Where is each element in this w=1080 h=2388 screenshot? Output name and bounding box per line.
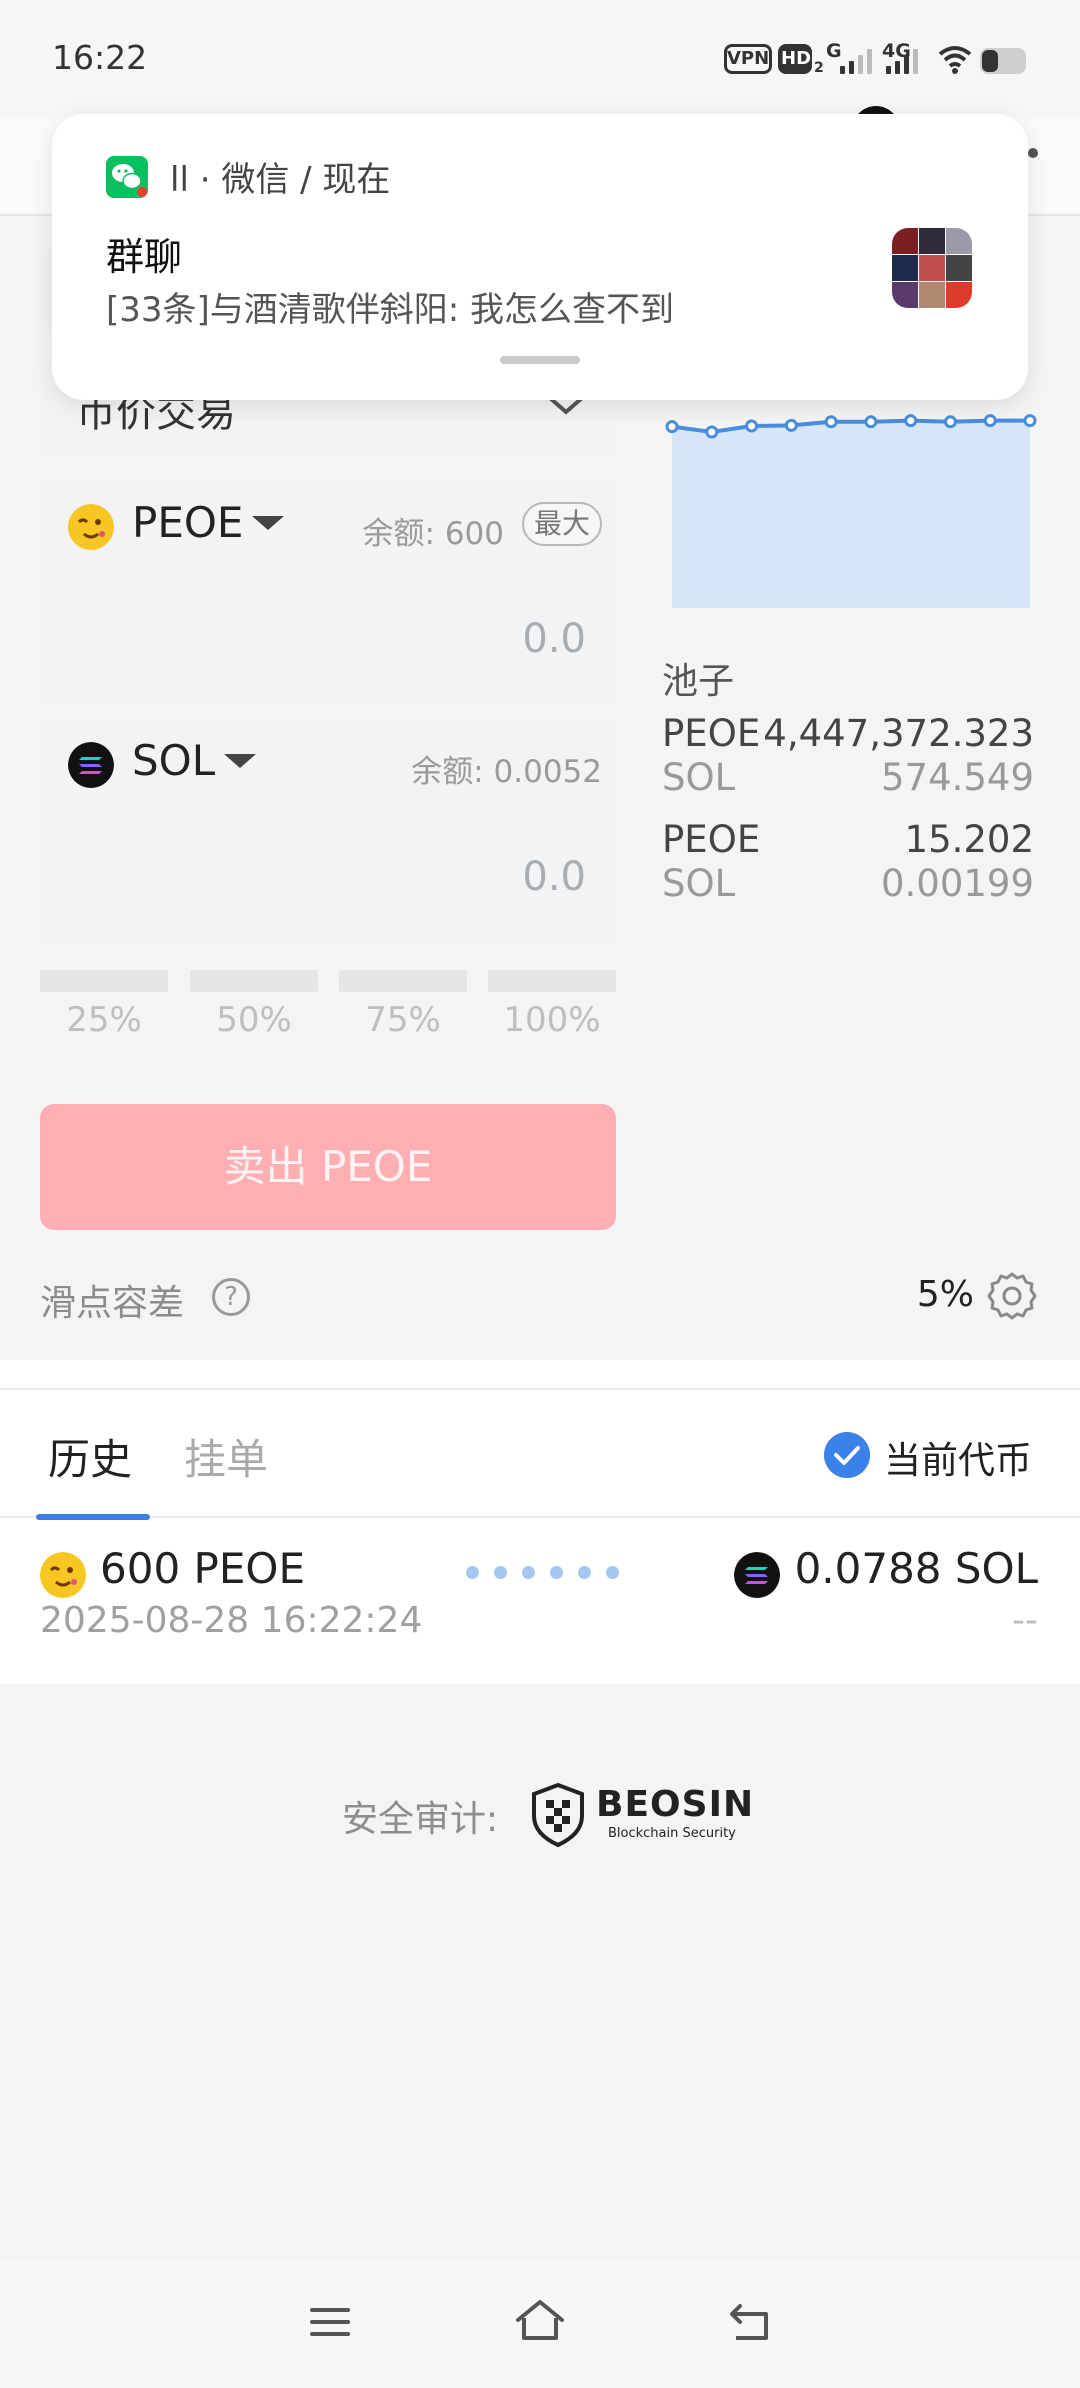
slippage-label: 滑点容差 [40,1283,185,1324]
percent-50-bar[interactable] [190,970,318,992]
history-status: -- [1012,1600,1038,1641]
from-token-selector[interactable]: PEOE [132,498,243,547]
percent-25-button[interactable]: 25% [40,1000,168,1040]
chart-area [672,420,1030,608]
chart-point-3 [784,418,798,432]
pool-reserve-sol: SOL 574.549 [662,756,1034,802]
back-icon[interactable] [726,2300,774,2344]
history-to-amount: 0.0788 SOL [794,1544,1038,1593]
pool-reserve-peoe: PEOE 4,447,372.323 [662,712,1034,758]
peoe-token-icon [40,1552,86,1598]
chart-point-8 [983,414,997,428]
pool-rate-peoe: PEOE 15.202 [662,818,1034,864]
to-balance: 余额: 0.0052 [411,754,602,790]
beosin-shield-icon [532,1782,584,1848]
notification-drag-handle[interactable] [500,356,580,364]
beosin-logo-subtext: Blockchain Security [608,1826,736,1841]
from-balance: 余额: 600 [362,516,504,552]
chart-point-2 [745,419,759,433]
wechat-icon [106,156,148,198]
percent-25-bar[interactable] [40,970,168,992]
percent-75-button[interactable]: 75% [339,1000,467,1040]
notification-body: [33条]与酒清歌伴斜阳: 我怎么查不到 [106,290,675,330]
to-token-selector[interactable]: SOL [132,736,215,785]
pool-title: 池子 [662,661,735,702]
tab-orders[interactable]: 挂单 [184,1426,268,1487]
percent-75-bar[interactable] [339,970,467,992]
to-token-card: SOL 余额: 0.0052 0.0 [40,720,616,942]
max-button[interactable]: 最大 [521,502,602,546]
checkbox-checked-icon[interactable] [824,1432,870,1478]
pool-rate-peoe-value: 15.202 [904,818,1034,861]
help-icon[interactable]: ? [212,1278,250,1316]
vpn-badge: VPN [724,44,772,74]
audit-label: 安全审计: [342,1799,499,1840]
pool-reserve-sol-label: SOL [662,756,736,799]
sol-token-icon [734,1552,780,1598]
chart-point-6 [904,414,918,428]
history-timestamp: 2025-08-28 16:22:24 [40,1600,423,1641]
from-amount-input[interactable]: 0.0 [522,616,586,662]
chart-point-0 [665,420,679,434]
chart-point-1 [705,425,719,439]
chart-point-7 [943,415,957,429]
peoe-token-icon [68,504,114,550]
hd-sub: 2 [814,60,824,76]
history-from-amount: 600 PEOE [100,1544,305,1593]
from-token-card: PEOE 余额: 600 最大 0.0 [40,482,616,704]
gear-icon[interactable] [986,1270,1038,1322]
price-chart [665,414,1037,608]
status-time: 16:22 [52,38,148,77]
tab-history[interactable]: 历史 [48,1426,132,1487]
signal-icon-1 [840,48,874,74]
home-icon[interactable] [514,2298,566,2344]
history-tabs: 历史 挂单 当前代币 [0,1388,1080,1520]
notification-title: 群聊 [106,235,183,279]
system-nav-bar [0,2262,1080,2388]
pool-reserve-peoe-value: 4,447,372.323 [763,712,1034,755]
battery-icon [980,48,1026,74]
percent-100-button[interactable]: 100% [488,1000,616,1040]
pool-reserve-sol-value: 574.549 [880,756,1034,799]
more-icon[interactable] [1028,148,1038,158]
chart-point-9 [1023,414,1037,428]
table-row[interactable]: 600 PEOE 0.0788 SOL 2025-08-28 16:22:24 … [0,1520,1080,1684]
pool-reserve-peoe-label: PEOE [662,712,761,755]
beosin-logo-text: BEOSIN [596,1784,755,1825]
percent-50-button[interactable]: 50% [190,1000,318,1040]
status-bar: 16:22 VPN HD 2 G 4G [0,0,1080,118]
current-token-filter-label[interactable]: 当前代币 [884,1430,1032,1484]
wifi-icon [938,46,972,74]
pool-rate-sol-value: 0.00199 [880,862,1034,905]
caret-down-icon[interactable] [252,516,284,530]
percent-100-bar[interactable] [488,970,616,992]
sol-token-icon [68,742,114,788]
chart-point-5 [864,415,878,429]
wechat-notification[interactable]: ll · 微信 / 现在 群聊 [33条]与酒清歌伴斜阳: 我怎么查不到 [52,114,1028,400]
slippage-value: 5% [916,1274,974,1315]
pool-rate-sol-label: SOL [662,862,736,905]
pool-rate-peoe-label: PEOE [662,818,761,861]
signal-icon-2 [884,48,918,74]
sell-button[interactable]: 卖出 PEOE [40,1104,616,1230]
caret-down-icon[interactable] [224,754,256,768]
chart-point-4 [824,415,838,429]
pool-rate-sol: SOL 0.00199 [662,862,1034,908]
hd-badge: HD [778,44,812,74]
menu-icon[interactable] [308,2302,352,2342]
group-avatar [892,228,972,308]
notification-source: ll · 微信 / 现在 [170,160,391,200]
to-amount-input[interactable]: 0.0 [522,854,586,900]
